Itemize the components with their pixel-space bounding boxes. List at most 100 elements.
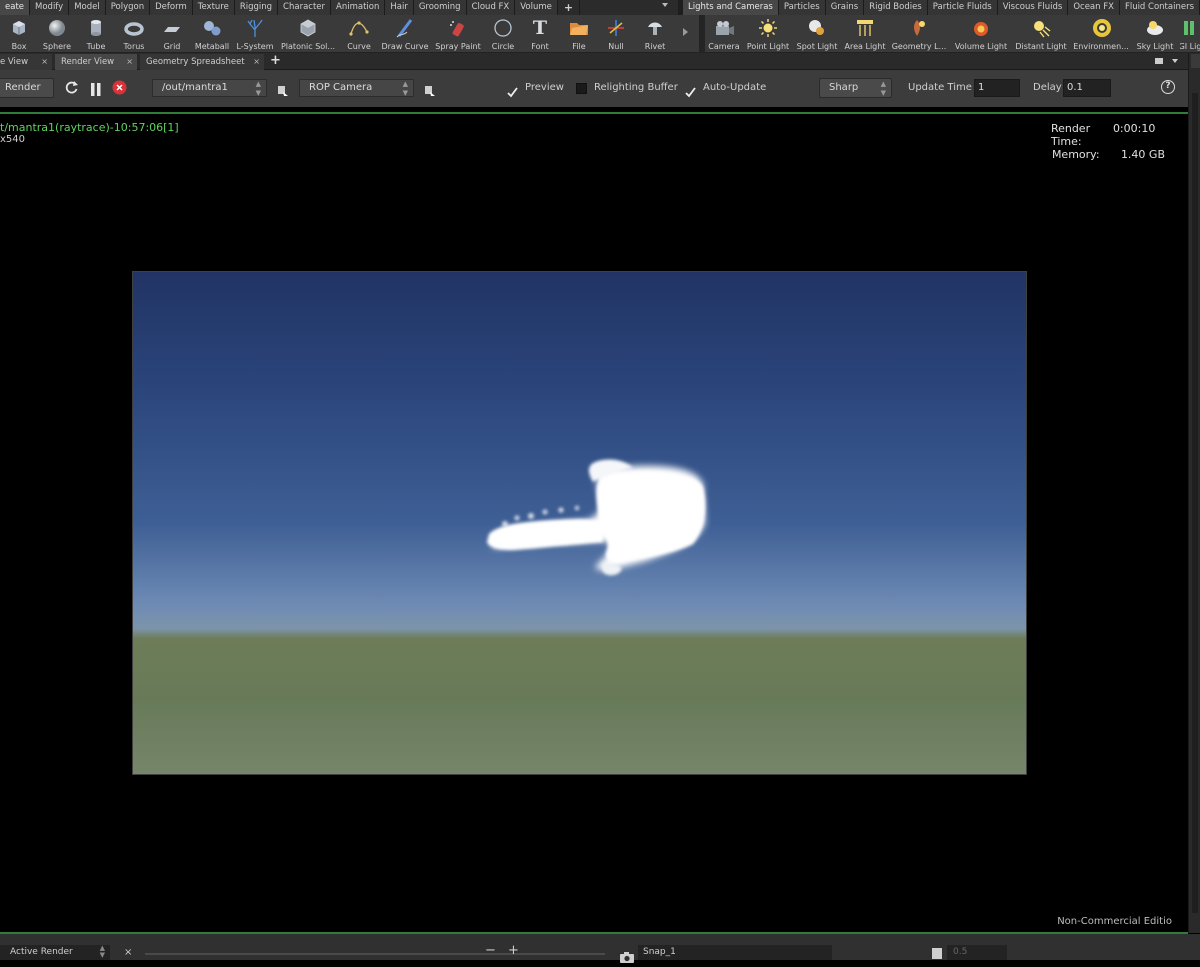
circle-icon [493, 18, 513, 38]
tool-spray-paint[interactable]: Spray Paint [435, 15, 481, 53]
pen-icon [395, 18, 415, 38]
right-side-panel [1188, 53, 1200, 933]
shelf-tab-rigid-bodies[interactable]: Rigid Bodies [864, 0, 928, 15]
active-render-select[interactable]: Active Render ▲ ▼ [0, 945, 110, 960]
pane-tabs: e View × Render View × Geometry Spreadsh… [0, 53, 1200, 70]
rendered-image [132, 271, 1027, 775]
shelf-menu-icon[interactable] [661, 3, 668, 7]
shelf-tab-deform[interactable]: Deform [150, 0, 193, 15]
render-button[interactable]: Render [0, 78, 54, 98]
refresh-icon[interactable] [64, 80, 79, 95]
update-time-input[interactable]: 1 [974, 79, 1020, 97]
close-icon[interactable]: × [253, 54, 260, 70]
tool-point-light[interactable]: Point Light [747, 15, 789, 53]
tool-rivet[interactable]: Rivet [642, 15, 668, 53]
tool-file[interactable]: File [566, 15, 592, 53]
tool-curve[interactable]: Curve [345, 15, 373, 53]
shelf-tab-character[interactable]: Character [278, 0, 332, 15]
shelf-tab-lights-and-cameras[interactable]: Lights and Cameras [683, 0, 779, 15]
add-tab-button[interactable]: + [270, 53, 281, 69]
shelf-tab-animation[interactable]: Animation [331, 0, 386, 15]
stop-render-icon[interactable] [112, 80, 127, 95]
tool-sky-light[interactable]: Sky Light [1136, 15, 1174, 53]
tool-environment-light[interactable]: Environmen... [1073, 15, 1129, 53]
render-viewport[interactable]: t/mantra1(raytrace)-10:57:06[1] x540 Ren… [0, 114, 1180, 932]
shelf-tab-rigging[interactable]: Rigging [234, 0, 279, 15]
auto-update-checkbox[interactable] [685, 83, 696, 98]
shelf-tab-polygon[interactable]: Polygon [105, 0, 151, 15]
pause-icon[interactable] [90, 81, 102, 96]
tool-geometry-light[interactable]: Geometry L... [892, 15, 946, 53]
tab-scene-view[interactable]: e View × [0, 54, 52, 70]
tool-grid[interactable]: Grid [158, 15, 186, 53]
tab-render-view[interactable]: Render View × [55, 54, 137, 70]
close-icon[interactable]: × [126, 54, 133, 70]
tab-label: e View [0, 57, 29, 67]
render-toolbar: Render /out/mantra1 ▲ ▼ ROP Camera ▲ ▼ Pre… [0, 70, 1188, 107]
preview-checkbox[interactable] [507, 83, 518, 98]
right-panel-scrollbar[interactable] [1192, 93, 1198, 913]
pane-menu-icon[interactable] [1172, 59, 1178, 63]
shelf-tab-model[interactable]: Model [69, 0, 106, 15]
tool-box[interactable]: Box [6, 15, 32, 53]
shelf-tab-viscous-fluids[interactable]: Viscous Fluids [997, 0, 1069, 15]
close-snapshot-button[interactable]: × [124, 945, 132, 960]
snapshot-name-field[interactable]: Snap_1 [638, 945, 832, 960]
zoom-out-button[interactable]: − [485, 943, 496, 958]
add-shelf-tab-button[interactable]: + [557, 0, 581, 15]
tool-metaball[interactable]: Metaball [193, 15, 231, 53]
tool-torus[interactable]: Torus [118, 15, 150, 53]
shelf-tab-hair[interactable]: Hair [385, 0, 414, 15]
sharp-select[interactable]: Sharp ▲ ▼ [819, 78, 892, 98]
tab-label: Render View [61, 57, 115, 67]
shelf-tab-volume[interactable]: Volume [515, 0, 558, 15]
camera-node-icon[interactable] [424, 82, 436, 96]
delay-input[interactable]: 0.1 [1063, 79, 1111, 97]
tools-scroll-right-icon[interactable] [683, 28, 688, 36]
relighting-buffer-checkbox[interactable] [576, 83, 587, 94]
snapshot-camera-icon[interactable] [620, 948, 634, 963]
tool-volume-light[interactable]: Volume Light [955, 15, 1007, 53]
tool-gi-light[interactable]: GI Lig [1180, 15, 1200, 53]
tool-circle[interactable]: Circle [489, 15, 517, 53]
shelf-tab-modify[interactable]: Modify [30, 0, 70, 15]
camera-select[interactable]: ROP Camera ▲ ▼ [299, 79, 414, 97]
render-bottom-bar: Active Render ▲ ▼ × − + Snap_1 0.5 [0, 934, 1200, 963]
tool-tube[interactable]: Tube [82, 15, 110, 53]
pane-layout-icon[interactable] [1155, 58, 1163, 64]
shelf-tab-fluid-containers[interactable]: Fluid Containers [1119, 0, 1200, 15]
render-title: t/mantra1(raytrace)-10:57:06[1] [0, 121, 179, 134]
shelf-tab-grooming[interactable]: Grooming [413, 0, 467, 15]
snapshot-options-icon[interactable] [932, 948, 942, 959]
tool-null[interactable]: Null [604, 15, 628, 53]
shelf-tab-ocean-fx[interactable]: Ocean FX [1068, 0, 1120, 15]
gi-light-icon [1180, 18, 1200, 38]
tool-camera[interactable]: Camera [708, 15, 740, 53]
tool-area-light[interactable]: Area Light [844, 15, 886, 53]
snapshot-opacity-field[interactable]: 0.5 [947, 945, 1007, 960]
shelf-tab-grains[interactable]: Grains [825, 0, 865, 15]
shelf-tab-texture[interactable]: Texture [192, 0, 235, 15]
tool-platonic-solids[interactable]: Platonic Sol... [281, 15, 335, 53]
shelf-tabs: eate Modify Model Polygon Deform Texture… [0, 0, 1200, 15]
torus-icon [124, 18, 144, 38]
rop-path-select[interactable]: /out/mantra1 ▲ ▼ [152, 79, 267, 97]
timeline-track[interactable] [145, 953, 605, 955]
render-resolution: x540 [0, 134, 26, 145]
tool-draw-curve[interactable]: Draw Curve [381, 15, 429, 53]
shelf-tab-create[interactable]: eate [0, 0, 31, 15]
zoom-in-button[interactable]: + [508, 943, 519, 958]
tool-sphere[interactable]: Sphere [40, 15, 74, 53]
tab-geometry-spreadsheet[interactable]: Geometry Spreadsheet × [140, 54, 264, 70]
tool-font[interactable]: T Font [528, 15, 552, 53]
shelf-tab-particles[interactable]: Particles [778, 0, 826, 15]
tool-distant-light[interactable]: Distant Light [1015, 15, 1067, 53]
tool-spot-light[interactable]: Spot Light [796, 15, 838, 53]
tool-l-system[interactable]: L-System [236, 15, 274, 53]
right-panel-tab[interactable] [1191, 54, 1200, 68]
close-icon[interactable]: × [41, 54, 48, 70]
shelf-tab-particle-fluids[interactable]: Particle Fluids [927, 0, 998, 15]
shelf-tab-cloud-fx[interactable]: Cloud FX [466, 0, 516, 15]
rop-node-icon[interactable] [277, 82, 289, 96]
help-button[interactable]: ? [1161, 80, 1175, 94]
